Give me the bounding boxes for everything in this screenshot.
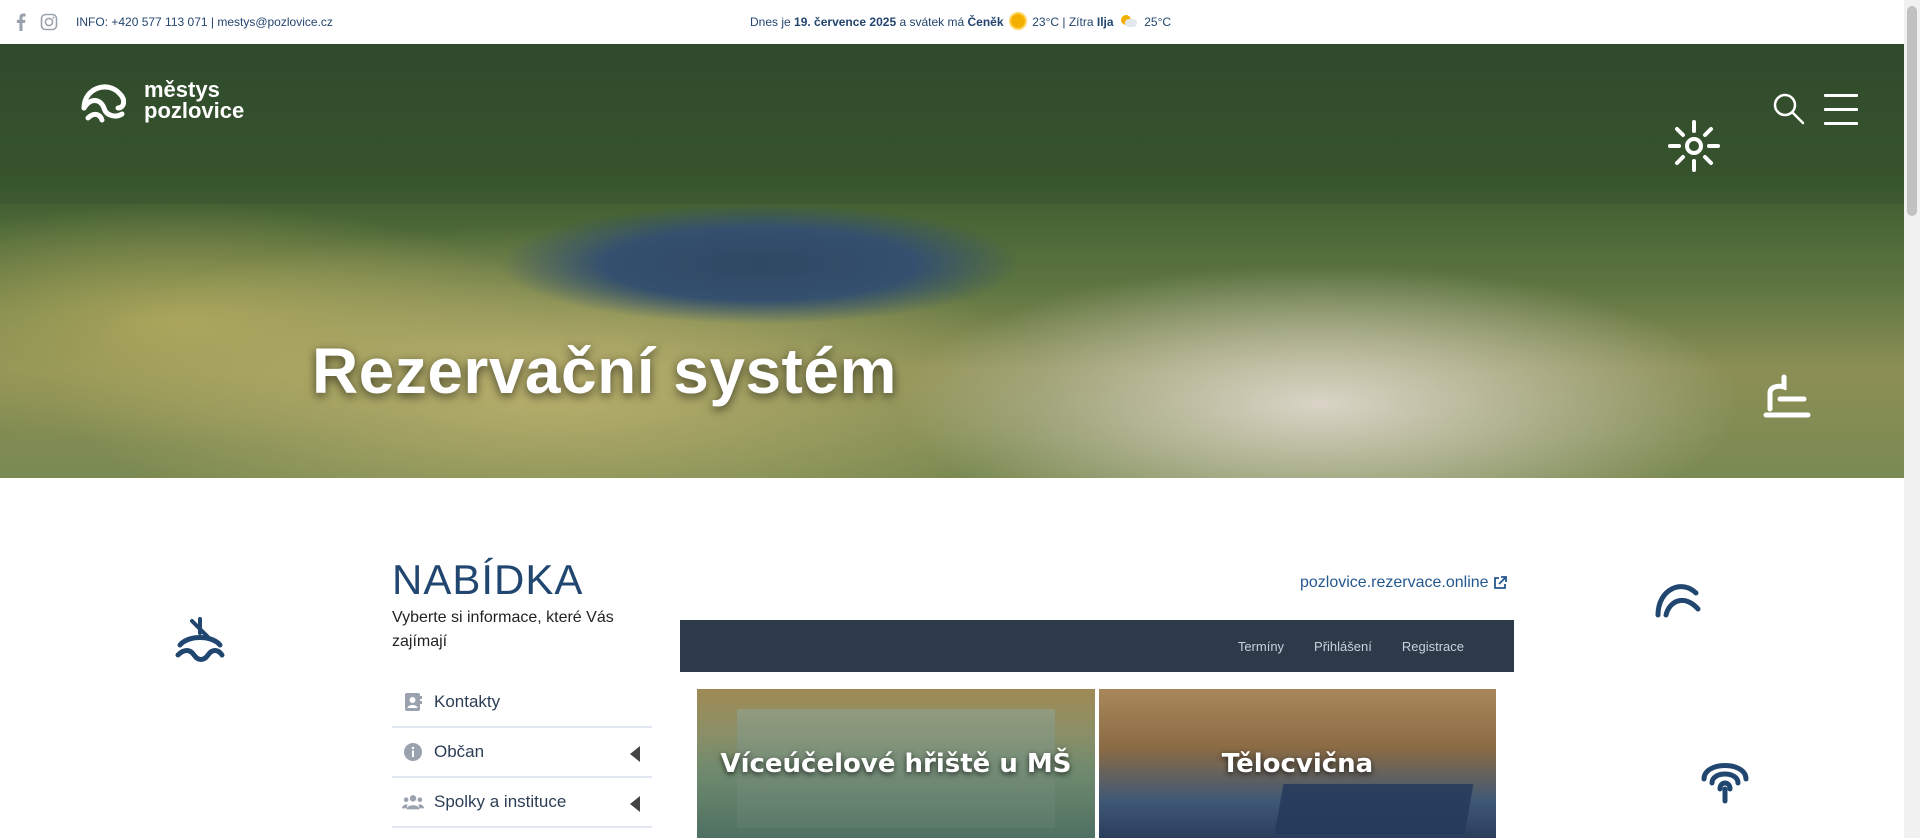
- page-title: Rezervační systém: [312, 335, 897, 407]
- caret-left-icon[interactable]: [630, 746, 640, 762]
- nameday-name: Čeněk: [967, 15, 1004, 29]
- side-menu: NABÍDKA Vyberte si informace, které Vás …: [392, 556, 652, 828]
- facility-card-label: Víceúčelové hřiště u MŠ: [720, 748, 1072, 779]
- contact-card-icon: [402, 691, 424, 713]
- social-links: [12, 13, 58, 31]
- reservation-external-link[interactable]: pozlovice.rezervace.online: [1300, 574, 1507, 592]
- wave-decoration-icon: [1652, 569, 1704, 626]
- facebook-icon[interactable]: [12, 13, 30, 31]
- side-menu-list: Kontakty Občan Spolky a instituce: [392, 678, 652, 828]
- chair-decoration-icon: [1760, 369, 1820, 434]
- side-menu-item-label: Kontakty: [434, 692, 501, 711]
- external-link-label: pozlovice.rezervace.online: [1300, 574, 1489, 591]
- logo-line-2: pozlovice: [144, 98, 245, 123]
- today-date: 19. července 2025: [794, 15, 897, 29]
- side-menu-subtitle: Vyberte si informace, které Vás zajímají: [392, 609, 614, 650]
- partly-cloudy-icon: [1120, 15, 1137, 27]
- facility-card-hriste[interactable]: Víceúčelové hřiště u MŠ: [697, 689, 1095, 838]
- today-prefix: Dnes je: [750, 15, 791, 29]
- tomorrow-name: Ilja: [1096, 15, 1114, 29]
- sun-decoration-icon: [1668, 120, 1720, 177]
- side-menu-item-label: Občan: [434, 742, 485, 761]
- sun-icon: [1010, 14, 1025, 28]
- temp-tomorrow: 25°C: [1144, 15, 1172, 29]
- today-info: Dnes je 19. července 2025 a svátek má Če…: [750, 14, 1171, 29]
- logo-icon: [81, 84, 127, 123]
- side-menu-item-kontakty[interactable]: Kontakty: [392, 678, 652, 728]
- info-icon: [402, 741, 424, 763]
- hero-banner: městys pozlovice Rezervační systém: [0, 44, 1904, 478]
- temp-today: 23°C: [1032, 15, 1060, 29]
- hamburger-menu-icon[interactable]: [1824, 94, 1858, 136]
- site-logo[interactable]: městys pozlovice: [78, 74, 244, 126]
- nav-registrace[interactable]: Registrace: [1402, 639, 1464, 654]
- side-menu-item-label: Spolky a instituce: [434, 792, 567, 811]
- logo-line-1: městys: [144, 77, 220, 102]
- nav-terminy[interactable]: Termíny: [1238, 639, 1284, 654]
- contact-info[interactable]: INFO: +420 577 113 071 | mestys@pozlovic…: [76, 15, 333, 29]
- side-menu-item-spolky[interactable]: Spolky a instituce: [392, 778, 652, 828]
- facility-card-telocvicna[interactable]: Tělocvična: [1099, 689, 1496, 838]
- instagram-icon[interactable]: [40, 13, 58, 31]
- nameday-prefix: a svátek má: [899, 15, 965, 29]
- side-menu-heading: NABÍDKA: [392, 556, 584, 603]
- external-link-icon: [1493, 576, 1507, 589]
- nav-prihlaseni[interactable]: Přihlášení: [1314, 639, 1372, 654]
- scrollbar-thumb[interactable]: [1907, 6, 1917, 216]
- page-scrollbar[interactable]: [1904, 0, 1920, 838]
- reservation-nav-bar: Termíny Přihlášení Registrace: [680, 620, 1514, 672]
- top-bar: INFO: +420 577 113 071 | mestys@pozlovic…: [0, 0, 1904, 44]
- caret-left-icon[interactable]: [630, 796, 640, 812]
- hero-image-forest: [0, 44, 1904, 204]
- side-menu-item-obcan[interactable]: Občan: [392, 728, 652, 778]
- logo-text: městys pozlovice: [144, 77, 245, 123]
- boat-decoration-icon: [174, 615, 226, 672]
- facility-card-label: Tělocvična: [1221, 748, 1374, 779]
- search-icon[interactable]: [1772, 92, 1806, 131]
- tomorrow-prefix: | Zítra: [1062, 15, 1094, 29]
- users-icon: [402, 791, 424, 813]
- signal-decoration-icon: [1700, 755, 1750, 810]
